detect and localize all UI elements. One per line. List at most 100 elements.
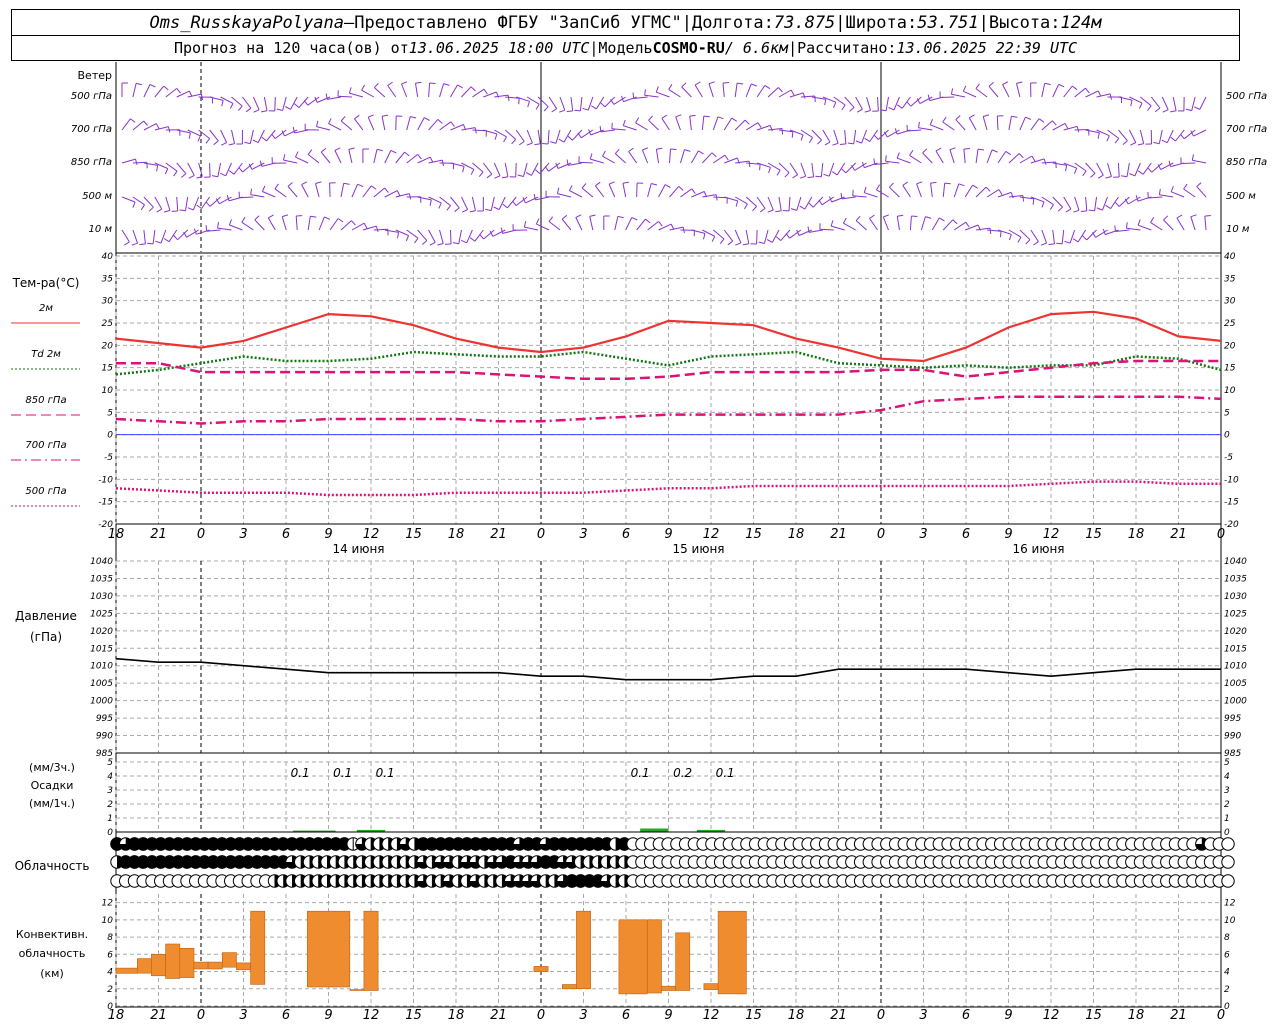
pressure-ytick-left: 1035 (90, 574, 113, 584)
wind-barb-feather (852, 189, 854, 196)
wind-barb-feather (883, 214, 889, 218)
wind-barb-shaft (165, 196, 171, 211)
wind-barb-shaft (855, 96, 863, 110)
x-tick-label: 21 (490, 527, 507, 542)
meteogram-chart: Ветер 500 гПа 500 гПа 700 гПа 700 гПа 850 гПа… (11, 62, 1267, 1023)
wind-barb-shaft (282, 96, 287, 111)
wind-barb-shaft (570, 96, 574, 111)
pressure-ytick-left: 995 (96, 714, 113, 724)
wind-barb-shaft (262, 191, 276, 198)
wind-barb-feather (410, 116, 417, 119)
wind-barb-feather (711, 152, 717, 158)
wind-barb-feather (711, 236, 716, 242)
wind-barb-shaft (902, 185, 911, 198)
wind-barb-shaft (1176, 217, 1185, 231)
wind-barb-feather (376, 148, 383, 152)
wind-barb-feather (1105, 204, 1111, 210)
wind-barb-shaft (348, 149, 353, 164)
convective-bar (533, 966, 549, 972)
wind-barb-feather (139, 243, 146, 246)
temp-ytick-right: 30 (1224, 297, 1236, 307)
wind-barb-feather (855, 215, 861, 221)
wind-barb-feather (864, 110, 871, 113)
pressure-unit: (гПа) (30, 630, 62, 644)
x-tick-label: 18 (1128, 527, 1145, 542)
wind-barb-feather (163, 238, 170, 243)
wind-barb-feather (832, 142, 839, 146)
wind-barb-shaft (778, 162, 790, 174)
wind-barb-shaft (176, 90, 190, 98)
wind-level-label-right: 10 м (1226, 224, 1250, 235)
wind-barb-shaft (935, 150, 944, 164)
wind-barb-shaft (812, 196, 824, 208)
wind-barb-shaft (986, 189, 1000, 198)
wind-barb-feather (478, 171, 484, 177)
wind-barb-shaft (483, 229, 495, 240)
wind-barb-shaft (789, 229, 802, 239)
temp-ytick-right: 25 (1224, 319, 1236, 329)
wind-barb-feather (1025, 239, 1031, 245)
wind-barb-feather (698, 150, 704, 155)
wind-barb-feather (922, 148, 928, 154)
wind-barb-feather (1044, 82, 1051, 86)
wind-barb-shaft (263, 96, 268, 111)
wind-barb-feather (824, 99, 827, 106)
wind-barb-shaft (301, 184, 309, 198)
temp-ytick-right: 5 (1224, 408, 1230, 418)
wind-barb-feather (800, 134, 804, 141)
wind-barb-feather (622, 119, 626, 126)
wind-barb-feather (1153, 141, 1160, 145)
x-tick-label-bottom: 6 (962, 1008, 970, 1023)
wind-barb-feather (681, 82, 687, 88)
wind-barb-feather (370, 185, 377, 190)
wind-barb-feather (972, 184, 978, 189)
wind-barb-shaft (367, 116, 375, 131)
wind-barb-shaft (1118, 196, 1130, 207)
wind-barb-shaft (953, 183, 960, 198)
wind-barb-feather (461, 209, 468, 213)
wind-barb-feather (228, 143, 235, 146)
wind-barb-shaft (679, 149, 685, 164)
wind-barb-feather (1025, 116, 1032, 120)
wind-barb-feather (181, 173, 187, 178)
convective-bar (250, 910, 266, 985)
wind-barb-shaft (963, 90, 977, 98)
wind-barb-feather (689, 114, 696, 117)
temp-ytick-right: -5 (1224, 453, 1233, 463)
wind-level-label-right: 700 гПа (1226, 124, 1267, 135)
wind-barb-feather (1082, 170, 1087, 177)
pressure-ytick-left: 1030 (90, 592, 113, 602)
wind-barb-feather (228, 219, 232, 226)
wind-barb-feather (949, 147, 956, 151)
wind-barb-shaft (450, 124, 464, 131)
wind-barb-shaft (855, 220, 867, 231)
wind-barb-shaft (531, 162, 539, 176)
wind-barb-shaft (401, 83, 408, 98)
wind-barb-feather (261, 136, 267, 142)
wind-barb-feather (348, 87, 352, 94)
wind-barb-shaft (635, 122, 648, 131)
wind-barb-shaft (307, 96, 320, 106)
wind-barb-feather (808, 202, 814, 208)
wind-barb-feather (897, 214, 904, 217)
wind-barb-feather (927, 94, 931, 101)
wind-barb-feather (282, 214, 289, 218)
wind-barb-shaft (853, 129, 857, 144)
wind-barb-feather (188, 174, 195, 179)
wind-barb-shaft (176, 162, 187, 174)
wind-barb-shaft (1158, 129, 1163, 144)
wind-barb-feather (543, 106, 549, 112)
wind-barb-feather (156, 208, 163, 213)
wind-barb-feather (173, 170, 178, 177)
wind-barb-shaft (316, 126, 331, 131)
wind-barb-shaft (789, 92, 804, 98)
wind-barb-shaft (722, 83, 725, 98)
wind-barb-shaft (909, 215, 912, 231)
wind-barb-shaft (1085, 196, 1088, 211)
wind-barb-shaft (351, 222, 365, 231)
convective-ytick-right: 12 (1224, 899, 1236, 909)
wind-barb-feather (1038, 118, 1045, 123)
wind-barb-shaft (387, 85, 397, 98)
x-tick-label-bottom: 15 (405, 1008, 422, 1023)
wind-barb-shaft (1134, 162, 1141, 177)
